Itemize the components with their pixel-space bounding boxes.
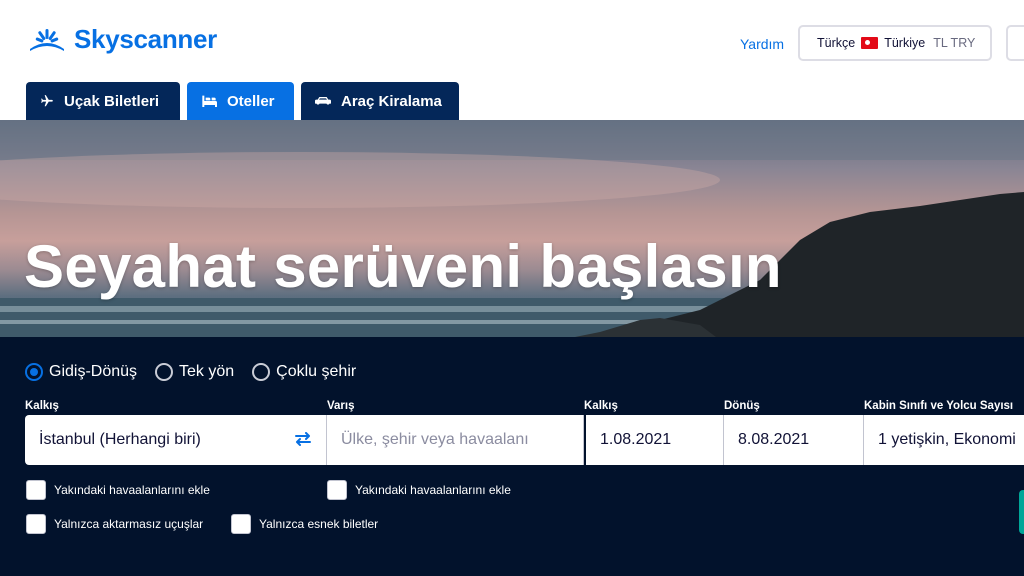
tab-car-hire[interactable]: Araç Kiralama <box>301 82 459 120</box>
trip-type-multi-city[interactable]: Çoklu şehir <box>252 363 356 381</box>
multi-city-radio[interactable] <box>252 363 271 381</box>
round-trip-label: Gidiş-Dönüş <box>49 363 138 380</box>
skyscanner-logo[interactable]: Skyscanner <box>26 24 217 55</box>
nearby-origin-label: Yakındaki havaalanlarını ekle <box>54 483 210 497</box>
cabin-travellers-input[interactable]: 1 yetişkin, Ekonomi <box>864 415 1024 465</box>
round-trip-radio[interactable] <box>25 363 43 381</box>
return-date-input[interactable]: 8.08.2021 <box>724 415 864 465</box>
country-label: Türkiye <box>884 36 926 50</box>
product-tabs: Uçak Biletleri Oteller Araç Kiralama <box>26 82 459 120</box>
depart-date-input[interactable]: 1.08.2021 <box>584 415 724 465</box>
direct-only-option[interactable]: Yalnızca aktarmasız uçuşlar <box>26 514 203 534</box>
nearby-destination-label: Yakındaki havaalanlarını ekle <box>355 483 511 497</box>
help-link[interactable]: Yardım <box>740 36 784 52</box>
depart-date-value: 1.08.2021 <box>600 431 672 448</box>
destination-input[interactable]: Ülke, şehir veya havaalanı <box>327 415 584 465</box>
tab-hotels-label: Oteller <box>227 92 275 110</box>
currency-label: TL TRY <box>933 36 976 50</box>
nearby-origin-option[interactable]: Yakındaki havaalanlarını ekle <box>26 480 210 500</box>
return-label: Dönüş <box>724 400 760 412</box>
direct-only-label: Yalnızca aktarmasız uçuşlar <box>54 517 204 531</box>
brand-name: Skyscanner <box>74 24 217 54</box>
sunrise-logo-icon <box>30 28 64 51</box>
nearby-destination-checkbox[interactable] <box>327 480 347 500</box>
coastal-sunset-illustration <box>0 120 1024 340</box>
swap-arrows-icon[interactable] <box>294 432 312 446</box>
one-way-label: Tek yön <box>179 363 235 380</box>
search-button[interactable] <box>1019 490 1024 534</box>
multi-city-label: Çoklu şehir <box>276 363 357 380</box>
trip-type-one-way[interactable]: Tek yön <box>155 363 234 381</box>
turkey-flag-icon <box>861 37 879 49</box>
depart-label: Kalkış <box>584 400 618 412</box>
destination-label: Varış <box>327 400 355 412</box>
one-way-radio[interactable] <box>155 363 174 381</box>
airplane-icon <box>41 95 53 107</box>
bed-icon <box>202 95 217 107</box>
tab-hotels[interactable]: Oteller <box>187 82 294 120</box>
tab-flights[interactable]: Uçak Biletleri <box>26 82 180 120</box>
origin-value: İstanbul (Herhangi biri) <box>39 431 201 448</box>
car-icon <box>315 97 331 105</box>
account-button[interactable] <box>1006 25 1024 61</box>
trip-type-round-trip[interactable]: Gidiş-Dönüş <box>25 363 137 381</box>
top-header: Skyscanner Yardım Türkçe Türkiye TL TRY <box>0 0 1024 82</box>
origin-label: Kalkış <box>25 400 59 412</box>
destination-placeholder: Ülke, şehir veya havaalanı <box>341 431 529 448</box>
language-label: Türkçe <box>817 36 856 50</box>
trip-type-selector: Gidiş-Dönüş Tek yön Çoklu şehir <box>25 363 356 381</box>
tab-flights-label: Uçak Biletleri <box>64 92 160 110</box>
origin-input[interactable]: İstanbul (Herhangi biri) <box>25 415 327 465</box>
hero-title: Seyahat serüveni başlasın <box>24 233 782 300</box>
cabin-label: Kabin Sınıfı ve Yolcu Sayısı <box>864 400 1014 412</box>
return-date-value: 8.08.2021 <box>738 431 810 448</box>
tab-car-hire-label: Araç Kiralama <box>341 92 442 110</box>
flexible-only-option[interactable]: Yalnızca esnek biletler <box>231 514 378 534</box>
flexible-only-label: Yalnızca esnek biletler <box>259 517 379 531</box>
direct-only-checkbox[interactable] <box>26 514 46 534</box>
flexible-only-checkbox[interactable] <box>231 514 251 534</box>
nearby-origin-checkbox[interactable] <box>26 480 46 500</box>
nearby-destination-option[interactable]: Yakındaki havaalanlarını ekle <box>327 480 511 500</box>
locale-selector-button[interactable]: Türkçe Türkiye TL TRY <box>798 25 992 61</box>
hero-image <box>0 120 1024 340</box>
cabin-travellers-value: 1 yetişkin, Ekonomi <box>878 431 1016 448</box>
